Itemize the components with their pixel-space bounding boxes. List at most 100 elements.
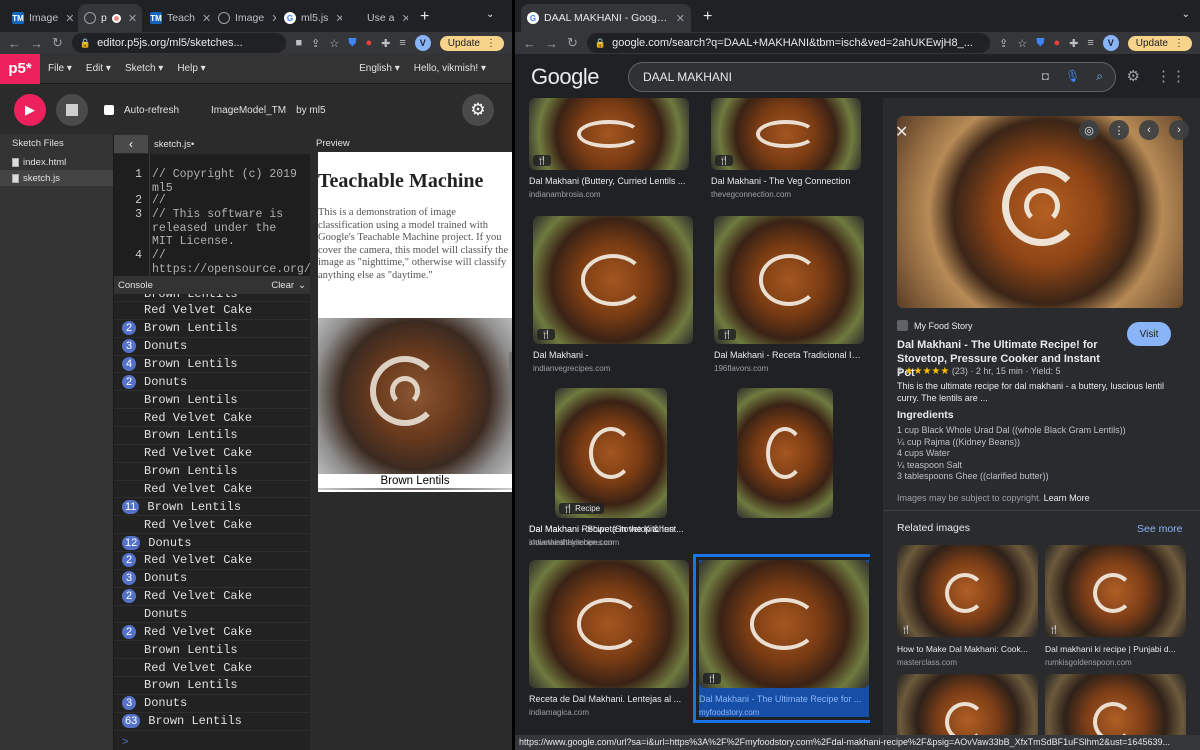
result-caption[interactable]: Dal Makhani - The Ultimate Recipe for ..… [699, 694, 869, 704]
image-result[interactable]: 🍴 Dal Makhani - indianvegrecipes.com [533, 216, 693, 373]
sketch-name[interactable]: ImageModel_TM [211, 105, 286, 116]
related-thumbnail[interactable]: 🍴 [897, 545, 1038, 637]
right-address-bar[interactable]: 🔒 google.com/search?q=DAAL+MAKHANI&tbm=i… [586, 33, 991, 53]
new-tab-icon[interactable]: + [410, 8, 439, 32]
file-item[interactable]: sketch.js [0, 170, 113, 186]
image-result[interactable]: 🍴 Dal Makhani - Receta Tradicional Ind...… [714, 216, 864, 373]
auto-refresh-checkbox[interactable] [104, 105, 114, 115]
stop-button[interactable] [56, 94, 88, 126]
result-image[interactable] [737, 388, 833, 518]
related-image[interactable]: 🍴 Dal makhani ki recipe | Punjabi d... rum… [1045, 545, 1186, 667]
p5-menu-item[interactable]: Help ▾ [177, 63, 205, 74]
code-area[interactable]: 1 // Copyright (c) 2019 ml5 2 // 3 // This so… [114, 154, 310, 286]
reload-icon[interactable]: ↻ [52, 35, 63, 51]
forward-icon[interactable]: → [30, 36, 43, 51]
result-caption[interactable]: Dal Makhani - [533, 350, 693, 360]
see-more-link[interactable]: See more [1137, 523, 1183, 535]
close-tab-icon[interactable]: ✕ [202, 12, 210, 25]
browser-tab[interactable]: TM Teach ✕ [144, 4, 210, 32]
result-caption[interactable]: Dal Makhani (Buttery, Curried Lentils ..… [529, 176, 689, 186]
collapse-sidebar-button[interactable]: ‹ [114, 135, 148, 153]
back-icon[interactable]: ← [8, 36, 21, 51]
result-image[interactable]: 🍴 [711, 98, 861, 170]
extension-red-icon[interactable]: ● [1053, 37, 1060, 49]
gear-icon[interactable]: ⚙ [1127, 67, 1140, 85]
user-menu[interactable]: Hello, vikmish! ▾ [414, 63, 486, 74]
result-image[interactable]: 🍴 [529, 98, 689, 170]
result-caption[interactable]: Dal Makhani Recipe (Stovetop & Inst... [529, 524, 699, 534]
browser-tab[interactable]: TM Image ✕ [6, 4, 76, 32]
star-icon[interactable]: ☆ [1017, 37, 1027, 50]
close-tab-icon[interactable]: ✕ [271, 12, 276, 25]
result-caption[interactable]: Receta de Dal Makhani. Lentejas al ... [529, 694, 689, 704]
apps-grid-icon[interactable]: ⋮⋮ [1156, 67, 1186, 85]
result-image[interactable]: 🍴 [714, 216, 864, 344]
next-icon[interactable]: › [1169, 120, 1189, 140]
related-thumbnail[interactable]: 🍴 [1045, 545, 1186, 637]
result-image[interactable] [529, 560, 689, 688]
google-logo[interactable]: Google [531, 64, 599, 90]
previous-icon[interactable]: ‹ [1139, 120, 1159, 140]
more-options-icon[interactable]: ⋮ [1109, 120, 1129, 140]
preview-canvas[interactable]: Teachable Machine This is a demonstratio… [318, 152, 512, 492]
search-icon[interactable]: ⌕ [1096, 69, 1103, 84]
close-tab-icon[interactable]: ✕ [401, 12, 408, 25]
left-update-button[interactable]: Update ⋮ [439, 35, 504, 51]
close-tab-icon[interactable]: ✕ [128, 12, 137, 25]
lens-icon[interactable]: ◎ [1079, 120, 1099, 140]
extension-shield-icon[interactable]: ⛊ [1036, 37, 1044, 50]
preview-image[interactable] [897, 116, 1183, 308]
extension-shield-icon[interactable]: ⛊ [348, 37, 356, 50]
puzzle-icon[interactable]: ✚ [381, 37, 390, 50]
reload-icon[interactable]: ↻ [567, 35, 578, 51]
camera-search-icon[interactable]: ◘ [1042, 69, 1049, 84]
console-clear-button[interactable]: Clear [271, 280, 294, 291]
result-image[interactable]: 🍴 Recipe [555, 388, 667, 518]
tab-search-chevron-icon[interactable]: ⌄ [1182, 9, 1190, 20]
editor-file-tab[interactable]: sketch.js• [154, 139, 194, 150]
left-address-bar[interactable]: 🔒 editor.p5js.org/ml5/sketches... [71, 33, 287, 53]
settings-gear-button[interactable]: ⚙ [462, 94, 494, 126]
p5-logo[interactable]: p5* [0, 53, 40, 84]
close-tab-icon[interactable]: ✕ [65, 12, 74, 25]
related-image[interactable]: 🍴 How to Make Dal Makhani: Cook... masterc… [897, 545, 1038, 667]
right-profile-avatar[interactable]: V [1102, 35, 1119, 51]
result-image[interactable]: 🍴 [699, 560, 869, 688]
result-image[interactable]: 🍴 [533, 216, 693, 344]
share-icon[interactable]: ⇪ [999, 37, 1008, 50]
google-search-box[interactable]: DAAL MAKHANI ◘ 🎙 ⌕ [628, 62, 1116, 92]
image-result[interactable]: 🍴 Dal Makhani (Buttery, Curried Lentils .… [529, 98, 689, 199]
media-icon[interactable]: ≡ [1087, 37, 1093, 49]
visit-button[interactable]: Visit [1127, 322, 1171, 346]
chevron-down-icon[interactable]: ⌄ [298, 280, 306, 291]
language-menu[interactable]: English ▾ [359, 63, 400, 74]
learn-more-link[interactable]: Learn More [1044, 493, 1090, 503]
p5-menu-item[interactable]: Edit ▾ [86, 63, 111, 74]
file-item[interactable]: index.html [0, 154, 113, 170]
tab-search-chevron-icon[interactable]: ⌄ [486, 9, 494, 20]
p5-menu-item[interactable]: File ▾ [48, 63, 72, 74]
image-result[interactable]: 🍴 Dal Makhani - The Veg Connection thevegc… [711, 98, 861, 199]
google-search-tab[interactable]: G DAAL MAKHANI - Google Search ✕ [521, 4, 691, 32]
right-update-button[interactable]: Update ⋮ [1127, 35, 1192, 51]
puzzle-icon[interactable]: ✚ [1069, 37, 1078, 50]
result-caption[interactable]: Dal Makhani - The Veg Connection [711, 176, 861, 186]
result-caption[interactable]: Dal Makhani - Receta Tradicional Ind... [714, 350, 864, 360]
forward-icon[interactable]: → [545, 36, 558, 51]
left-profile-avatar[interactable]: V [414, 35, 431, 51]
browser-tab[interactable]: Image ✕ [212, 4, 276, 32]
related-caption[interactable]: Dal makhani ki recipe | Punjabi d... [1045, 644, 1186, 654]
close-tab-icon[interactable]: ✕ [335, 12, 342, 25]
camera-icon[interactable]: ■ [295, 37, 302, 49]
share-icon[interactable]: ⇪ [311, 37, 320, 50]
play-button[interactable]: ▶ [14, 94, 46, 126]
new-tab-icon[interactable]: + [693, 8, 722, 32]
related-caption[interactable]: How to Make Dal Makhani: Cook... [897, 644, 1038, 654]
browser-tab[interactable]: Use a ✕ [344, 4, 408, 32]
microphone-icon[interactable]: 🎙 [1065, 69, 1080, 84]
media-icon[interactable]: ≡ [399, 37, 405, 49]
source-site[interactable]: My Food Story [897, 320, 973, 331]
console-prompt[interactable]: > [122, 736, 128, 748]
extension-red-icon[interactable]: ● [365, 37, 372, 49]
image-result[interactable]: Receta de Dal Makhani. Lentejas al ... in… [529, 560, 689, 717]
